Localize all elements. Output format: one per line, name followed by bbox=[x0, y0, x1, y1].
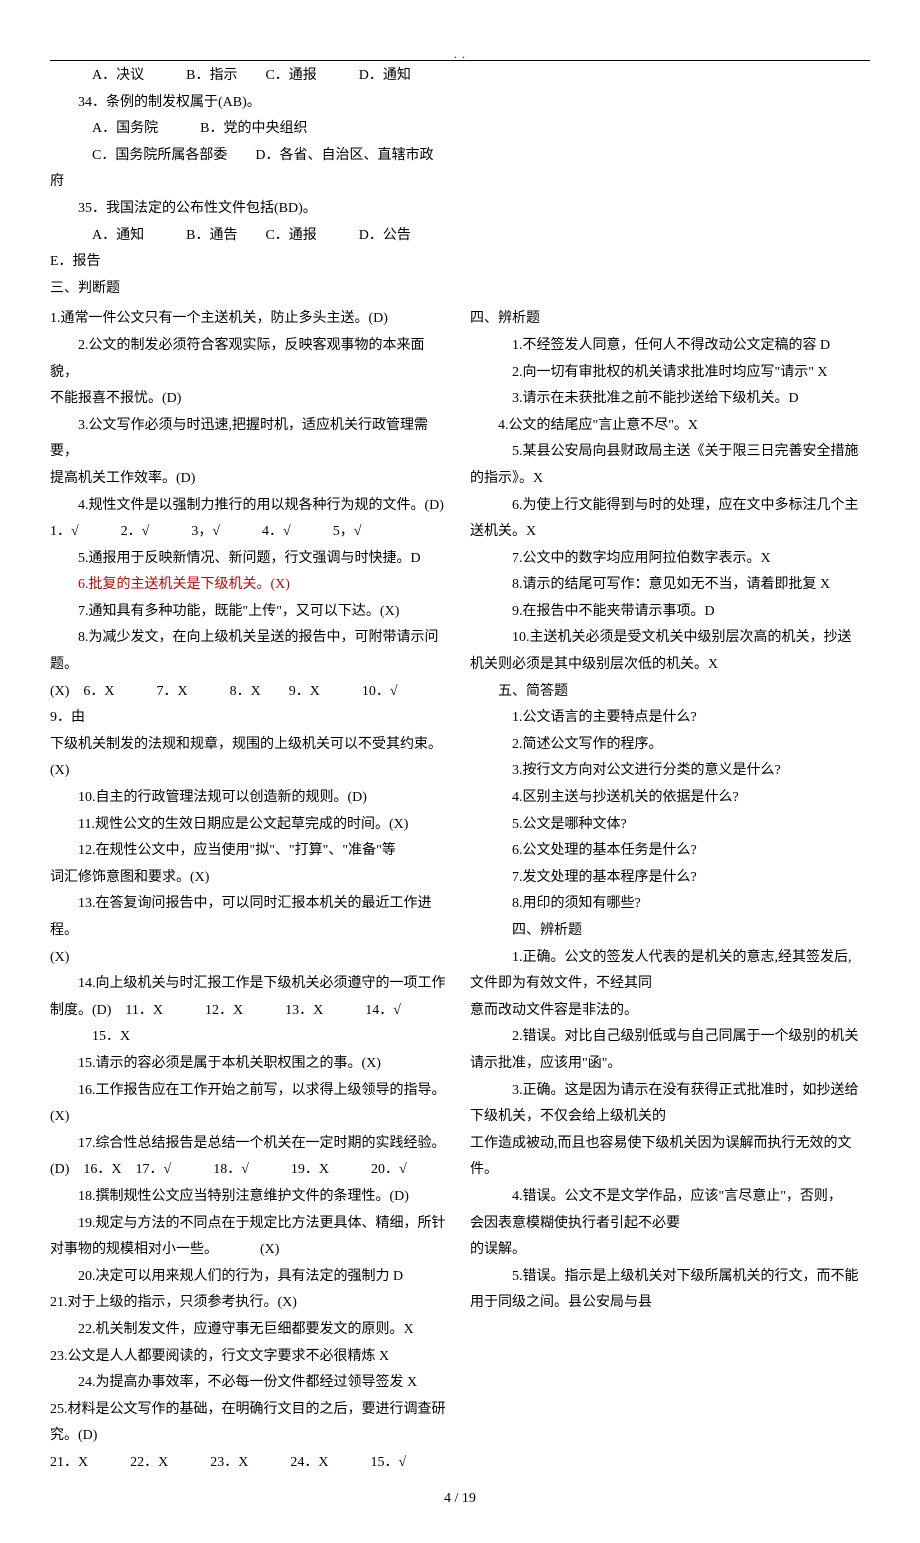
text-line: 20.决定可以用来规人们的行为，具有法定的强制力 D bbox=[50, 1264, 450, 1291]
q35-opts-a: A．通知 B．通告 C．通报 D．公告 bbox=[50, 223, 870, 250]
text-line: 21.对于上级的指示，只须参考执行。(X) bbox=[50, 1290, 450, 1317]
text-line: (X) 6．X 7．X 8．X 9．X 10．√ 9．由 bbox=[50, 679, 450, 732]
text-line: 6.公文处理的基本任务是什么? bbox=[470, 838, 870, 865]
text-line: 五、简答题 bbox=[470, 679, 870, 706]
text-line: 23.公文是人人都要阅读的，行文文字要求不必很精炼 X bbox=[50, 1344, 450, 1371]
text-line: 25.材料是公文写作的基础，在明确行文目的之后，要进行调查研 bbox=[50, 1397, 450, 1424]
text-line: 5.错误。指示是上级机关对下级所属机关的行文，而不能 bbox=[470, 1264, 870, 1291]
text-line: 1.公文语言的主要特点是什么? bbox=[470, 705, 870, 732]
text-line: 3.公文写作必须与时迅速,把握时机，适应机关行政管理需要， bbox=[50, 413, 450, 466]
text-line: (X) bbox=[50, 945, 450, 972]
page-number: 4 / 19 bbox=[50, 1486, 870, 1513]
text-line: 21．X 22．X 23．X 24．X 15．√ bbox=[50, 1450, 450, 1477]
top-section: A．决议 B．指示 C．通报 D．通知 34．条例的制发权属于(AB)。 A．国… bbox=[50, 63, 870, 302]
top-divider bbox=[50, 60, 870, 61]
text-line: 14.向上级机关与时汇报工作是下级机关必须遵守的一项工作 bbox=[50, 971, 450, 998]
q34-opts-c: 府 bbox=[50, 169, 870, 196]
text-line: 制度。(D) 11．X 12．X 13．X 14．√ bbox=[50, 998, 450, 1025]
text-line: 3.正确。这是因为请示在没有获得正式批准时，如抄送给 bbox=[470, 1078, 870, 1105]
text-line: 8.请示的结尾可写作：意见如无不当，请着即批复 X bbox=[470, 572, 870, 599]
text-line: 下级机关制发的法规和规章，规围的上级机关可以不受其约束。(X) bbox=[50, 732, 450, 785]
text-line: 8.为减少发文，在向上级机关呈送的报告中，可附带请示问题。 bbox=[50, 625, 450, 678]
text-line: 四、辨析题 bbox=[470, 306, 870, 333]
text-line: 对事物的规模相对小一些。 (X) bbox=[50, 1237, 450, 1264]
text-line: 9.在报告中不能夹带请示事项。D bbox=[470, 599, 870, 626]
text-line: 5.某县公安局向县财政局主送《关于限三日完善安全措施 bbox=[470, 439, 870, 466]
text-line: 12.在规性公文中，应当使用"拟"、"打算"、"准备"等 bbox=[50, 838, 450, 865]
text-line: 17.综合性总结报告是总结一个机关在一定时期的实践经验。 bbox=[50, 1131, 450, 1158]
text-line: 5.通报用于反映新情况、新问题，行文强调与时快捷。D bbox=[50, 546, 450, 573]
right-column: 四、辨析题1.不经签发人同意，任何人不得改动公文定稿的容 D2.向一切有审批权的… bbox=[470, 306, 870, 1476]
text-line: 4.公文的结尾应"言止意不尽"。X bbox=[470, 413, 870, 440]
text-line: 11.规性公文的生效日期应是公文起草完成的时间。(X) bbox=[50, 812, 450, 839]
q34-opts-a: A．国务院 B．党的中央组织 bbox=[50, 116, 870, 143]
text-line: 究。(D) bbox=[50, 1423, 450, 1450]
text-line: 16.工作报告应在工作开始之前写，以求得上级领导的指导。(X) bbox=[50, 1078, 450, 1131]
text-line: 3.按行文方向对公文进行分类的意义是什么? bbox=[470, 758, 870, 785]
text-line: (D) 16．X 17．√ 18．√ 19．X 20．√ bbox=[50, 1157, 450, 1184]
text-line: 7.发文处理的基本程序是什么? bbox=[470, 865, 870, 892]
text-line: 6.为使上行文能得到与时的处理，应在文中多标注几个主 bbox=[470, 493, 870, 520]
text-line: 工作造成被动,而且也容易使下级机关因为误解而执行无效的文件。 bbox=[470, 1131, 870, 1184]
q35-opts-b: E．报告 bbox=[50, 249, 870, 276]
text-line: 不能报喜不报忧。(D) bbox=[50, 386, 450, 413]
text-line: 4.区别主送与抄送机关的依据是什么? bbox=[470, 785, 870, 812]
text-line: 词汇修饰意图和要求。(X) bbox=[50, 865, 450, 892]
text-line: 15．X bbox=[50, 1024, 450, 1051]
text-line: 1.通常一件公文只有一个主送机关，防止多头主送。(D) bbox=[50, 306, 450, 333]
text-line: 4.错误。公文不是文学作品，应该"言尽意止"，否则， bbox=[470, 1184, 870, 1211]
text-line: 18.撰制规性公文应当特别注意维护文件的条理性。(D) bbox=[50, 1184, 450, 1211]
text-line: 的指示》。X bbox=[470, 466, 870, 493]
left-column: 1.通常一件公文只有一个主送机关，防止多头主送。(D)2.公文的制发必须符合客观… bbox=[50, 306, 450, 1476]
text-line: 15.请示的容必须是属于本机关职权围之的事。(X) bbox=[50, 1051, 450, 1078]
text-line: 19.规定与方法的不同点在于规定比方法更具体、精细，所针 bbox=[50, 1211, 450, 1238]
text-line: 10.主送机关必须是受文机关中级别层次高的机关，抄送 bbox=[470, 625, 870, 652]
text-line: 2.向一切有审批权的机关请求批准时均应写"请示" X bbox=[470, 360, 870, 387]
text-line: 会因表意模糊使执行者引起不必要 bbox=[470, 1211, 870, 1238]
q34-opts-b: C．国务院所属各部委 D．各省、自治区、直辖市政 bbox=[50, 143, 870, 170]
text-line: 4.规性文件是以强制力推行的用以规各种行为规的文件。(D) bbox=[50, 493, 450, 520]
text-line: 的误解。 bbox=[470, 1237, 870, 1264]
text-line: 提高机关工作效率。(D) bbox=[50, 466, 450, 493]
text-line: 机关则必须是其中级别层次低的机关。X bbox=[470, 652, 870, 679]
text-line: 2.简述公文写作的程序。 bbox=[470, 732, 870, 759]
text-line: 请示批准，应该用"函"。 bbox=[470, 1051, 870, 1078]
text-line: 13.在答复询问报告中，可以同时汇报本机关的最近工作进程。 bbox=[50, 891, 450, 944]
text-line: 2.公文的制发必须符合客观实际，反映客观事物的本来面貌， bbox=[50, 333, 450, 386]
text-line: 6.批复的主送机关是下级机关。(X) bbox=[50, 572, 450, 599]
text-line: 1．√ 2．√ 3，√ 4．√ 5，√ bbox=[50, 519, 450, 546]
text-line: 1.不经签发人同意，任何人不得改动公文定稿的容 D bbox=[470, 333, 870, 360]
text-line: 5.公文是哪种文体? bbox=[470, 812, 870, 839]
text-line: 3.请示在未获批准之前不能抄送给下级机关。D bbox=[470, 386, 870, 413]
text-line: 意而改动文件容是非法的。 bbox=[470, 998, 870, 1025]
text-line: 用于同级之间。县公安局与县 bbox=[470, 1290, 870, 1317]
text-line: 四、辨析题 bbox=[470, 918, 870, 945]
text-line: 文件即为有效文件，不经其同 bbox=[470, 971, 870, 998]
text-line: 22.机关制发文件，应遵守事无巨细都要发文的原则。X bbox=[50, 1317, 450, 1344]
q33-options: A．决议 B．指示 C．通报 D．通知 bbox=[50, 63, 870, 90]
section-3-heading: 三、判断题 bbox=[50, 276, 870, 303]
text-line: 下级机关，不仅会给上级机关的 bbox=[470, 1104, 870, 1131]
text-line: 7.公文中的数字均应用阿拉伯数字表示。X bbox=[470, 546, 870, 573]
text-line: 送机关。X bbox=[470, 519, 870, 546]
text-line: 8.用印的须知有哪些? bbox=[470, 891, 870, 918]
text-line: 1.正确。公文的签发人代表的是机关的意志,经其签发后, bbox=[470, 945, 870, 972]
text-line: 2.错误。对比自己级别低或与自己同属于一个级别的机关 bbox=[470, 1024, 870, 1051]
text-line: 10.自主的行政管理法规可以创造新的规则。(D) bbox=[50, 785, 450, 812]
text-line: 7.通知具有多种功能，既能"上传"，又可以下达。(X) bbox=[50, 599, 450, 626]
q35: 35．我国法定的公布性文件包括(BD)。 bbox=[50, 196, 870, 223]
q34: 34．条例的制发权属于(AB)。 bbox=[50, 90, 870, 117]
text-line: 24.为提高办事效率，不必每一份文件都经过领导签发 X bbox=[50, 1370, 450, 1397]
two-column-body: 1.通常一件公文只有一个主送机关，防止多头主送。(D)2.公文的制发必须符合客观… bbox=[50, 306, 870, 1476]
